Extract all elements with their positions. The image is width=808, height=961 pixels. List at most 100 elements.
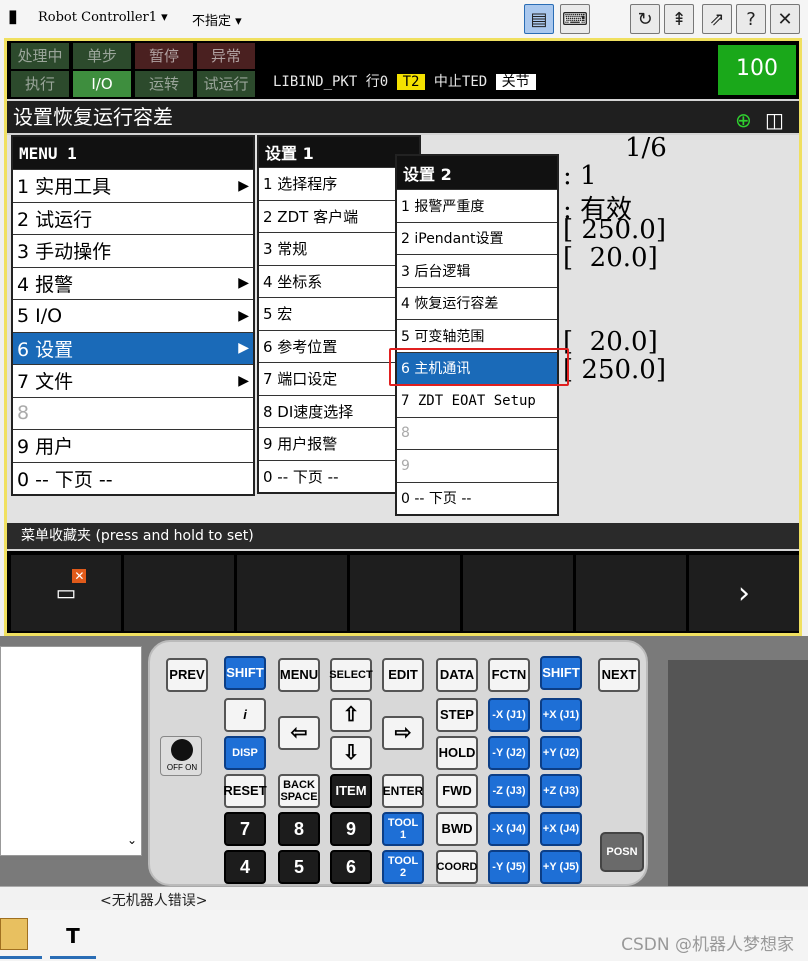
enter-key[interactable]: ENTER [382,774,424,808]
title-bar: ▮ Robot Controller1 ▾ 不指定 ▾ ▤ ⌨ ↻ ⇞ ⇗ ? … [0,0,808,40]
roboguide-app-icon[interactable] [0,918,28,950]
export-button[interactable]: ⇗ [702,4,732,34]
menu-item-setup[interactable]: 6 设置 ▶ [13,331,253,364]
zoom-icon[interactable]: ⊕ [735,104,752,136]
num-4-key[interactable]: 4 [224,850,266,884]
menu-key[interactable]: MENU [278,658,320,692]
disp-key[interactable]: DISP [224,736,266,770]
arrow-right-key[interactable]: ⇨ [382,716,424,750]
setup2-item-7[interactable]: 7 ZDT EOAT Setup [397,384,557,417]
hold-key[interactable]: HOLD [436,736,478,770]
data-key[interactable]: DATA [436,658,478,692]
pendant-view-button[interactable]: ▤ [524,4,554,34]
status-prod: 运转 [135,71,193,97]
backspace-key[interactable]: BACK SPACE [278,774,320,808]
shift-key-right[interactable]: SHIFT [540,656,582,690]
setup2-item-3[interactable]: 3 后台逻辑 [397,254,557,287]
coord-key[interactable]: COORD [436,850,478,884]
arrow-right-icon: ⇨ [394,722,412,744]
select-key[interactable]: SELECT [329,658,373,692]
jog-minus-z-key[interactable]: -Z (J3) [488,774,530,808]
setup2-item-empty-9: 9 [397,449,557,482]
item-key[interactable]: ITEM [330,774,372,808]
jog-minus-j4-key[interactable]: -X (J4) [488,812,530,846]
chevron-down-icon[interactable]: ⌄ [127,833,137,847]
split-window-icon[interactable]: ◫ [765,104,784,136]
fkey-4[interactable] [350,555,460,631]
arrow-up-icon: ⇧ [342,704,360,726]
setup2-item-1[interactable]: 1 报警严重度 [397,189,557,222]
menu-item-next-page[interactable]: 0 -- 下页 -- [13,461,253,495]
switch-label: OFF ON [166,763,198,772]
program-line: LIBIND_PKT 行0 T2 中止TED 关节 [273,71,536,91]
menu-item-empty-8: 8 [13,396,253,430]
arrow-up-key[interactable]: ⇧ [330,698,372,732]
setup2-item-5[interactable]: 5 可变轴范围 [397,319,557,352]
setup2-item-2[interactable]: 2 iPendant设置 [397,221,557,255]
num-5-key[interactable]: 5 [278,850,320,884]
info-key[interactable]: i [224,698,266,732]
menu-item-alarm[interactable]: 4 报警 ▶ [13,266,253,300]
status-run: 执行 [11,71,69,97]
fkey-2[interactable] [124,555,234,631]
keyboard-button[interactable]: ⌨ [560,4,590,34]
jog-minus-j5-key[interactable]: -Y (J5) [488,850,530,884]
fkey-5[interactable] [463,555,573,631]
fwd-key[interactable]: FWD [436,774,478,808]
fctn-key[interactable]: FCTN [488,658,530,692]
tool-button[interactable]: ⇞ [664,4,694,34]
mode-selector[interactable]: 不指定 ▾ [192,10,242,29]
close-button[interactable]: ✕ [770,4,800,34]
bwd-key[interactable]: BWD [436,812,478,846]
jog-plus-j4-key[interactable]: +X (J4) [540,812,582,846]
jog-plus-x-key[interactable]: +X (J1) [540,698,582,732]
setup2-item-4[interactable]: 4 恢复运行容差 [397,286,557,320]
reset-key[interactable]: RESET [223,774,267,808]
speed-override[interactable]: 100 [718,45,796,95]
menu-item-io[interactable]: 5 I/O ▶ [13,299,253,332]
jog-plus-z-key[interactable]: +Z (J3) [540,774,582,808]
menu-item-test-cycle[interactable]: 2 试运行 [13,201,253,235]
fkey-next[interactable]: › [689,555,799,631]
jog-plus-j5-key[interactable]: +Y (J5) [540,850,582,884]
num-7-key[interactable]: 7 [224,812,266,846]
num-9-key[interactable]: 9 [330,812,372,846]
refresh-button[interactable]: ↻ [630,4,660,34]
value-row-1: : 1 [563,161,597,191]
text-app-icon[interactable]: T [52,918,94,954]
controller-name: Robot Controller1 [38,10,158,25]
menu-item-user[interactable]: 9 用户 [13,429,253,462]
num-6-key[interactable]: 6 [330,850,372,884]
edit-key[interactable]: EDIT [382,658,424,692]
setup2-item-next[interactable]: 0 -- 下页 -- [397,481,557,515]
menu-item-file[interactable]: 7 文件 ▶ [13,364,253,397]
jog-minus-y-key[interactable]: -Y (J2) [488,736,530,770]
num-8-key[interactable]: 8 [278,812,320,846]
arrow-down-key[interactable]: ⇩ [330,736,372,770]
keyboard-icon: ⌨ [562,8,588,30]
shift-key-left[interactable]: SHIFT [224,656,266,690]
value-row-3: [ 250.0] [563,215,666,245]
controller-selector[interactable]: Robot Controller1 ▾ [38,10,168,25]
menu-item-utilities[interactable]: 1 实用工具 ▶ [13,169,253,202]
tool2-key[interactable]: TOOL 2 [382,850,424,884]
tool1-key[interactable]: TOOL 1 [382,812,424,846]
value-row-6: [ 250.0] [563,355,666,385]
setup-menu-2: 设置 2 1 报警严重度 2 iPendant设置 3 后台逻辑 4 恢复运行容… [395,154,559,516]
next-key[interactable]: NEXT [598,658,640,692]
help-button[interactable]: ? [736,4,766,34]
fkey-1[interactable]: ▭ ✕ [11,555,121,631]
status-io: I/O [73,71,131,97]
screen-header: 设置恢复运行容差 ⊕ ◫ [7,101,799,133]
prev-key[interactable]: PREV [166,658,208,692]
menu-item-manual-fctns[interactable]: 3 手动操作 [13,234,253,267]
posn-key[interactable]: POSN [600,832,644,872]
fkey-3[interactable] [237,555,347,631]
jog-plus-y-key[interactable]: +Y (J2) [540,736,582,770]
chevron-right-icon: › [738,575,750,611]
jog-minus-x-key[interactable]: -X (J1) [488,698,530,732]
fkey-6[interactable] [576,555,686,631]
arrow-left-key[interactable]: ⇦ [278,716,320,750]
teach-enable-switch[interactable]: OFF ON [160,736,202,776]
step-key[interactable]: STEP [436,698,478,732]
